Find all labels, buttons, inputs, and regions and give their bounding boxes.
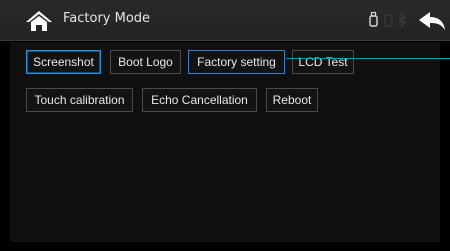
usb-icon	[369, 11, 378, 27]
touch-calibration-button[interactable]: Touch calibration	[26, 88, 133, 112]
bluetooth-icon	[398, 12, 406, 28]
focus-indicator-line	[286, 58, 450, 59]
sd-card-icon	[384, 14, 393, 27]
status-icons	[367, 11, 415, 29]
back-button[interactable]	[417, 10, 447, 32]
page-title: Factory Mode	[63, 11, 151, 26]
boot-logo-button[interactable]: Boot Logo	[110, 50, 181, 74]
echo-cancellation-button[interactable]: Echo Cancellation	[142, 88, 257, 112]
reboot-button[interactable]: Reboot	[266, 88, 318, 112]
factory-mode-screen: Factory Mode Screenshot Boot Logo Factor…	[0, 0, 450, 251]
home-button[interactable]	[24, 9, 54, 33]
lcd-test-button[interactable]: LCD Test	[292, 50, 354, 74]
factory-setting-button[interactable]: Factory setting	[188, 50, 285, 74]
screenshot-button[interactable]: Screenshot	[26, 50, 101, 74]
top-bar: Factory Mode	[0, 0, 450, 41]
home-icon	[26, 11, 52, 31]
back-arrow-icon	[419, 12, 445, 30]
